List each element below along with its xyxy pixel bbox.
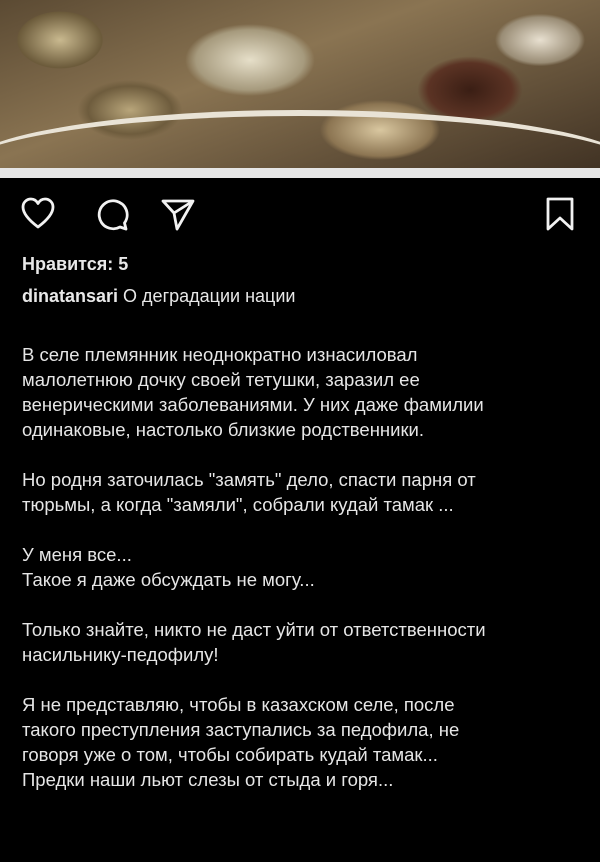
photo-bottom-edge [0,168,600,178]
post-line: Такое я даже обсуждать не могу... [22,569,315,590]
bookmark-icon[interactable] [542,196,578,232]
post-line: Я не представляю, чтобы в казахском селе… [22,694,455,715]
post-line: одинаковые, настолько близкие родственни… [22,419,425,440]
post-line: В селе племянник неоднократно изнасилова… [22,344,418,365]
comment-icon[interactable] [94,196,130,232]
post-line: Но родня заточилась "замять" дело, спаст… [22,469,476,490]
post-paragraph: Но родня заточилась "замять" дело, спаст… [22,467,592,517]
heart-icon[interactable] [20,196,56,232]
post-paragraph: Я не представляю, чтобы в казахском селе… [22,692,592,792]
send-icon[interactable] [160,196,196,232]
post-line: малолетнюю дочку своей тетушки, заразил … [22,369,420,390]
caption-text: О деградации нации [123,286,296,306]
post-paragraph: В селе племянник неоднократно изнасилова… [22,342,592,442]
post-line: Только знайте, никто не даст уйти от отв… [22,619,486,640]
likes-count[interactable]: Нравится: 5 [22,254,128,275]
post-line: такого преступления заступались за педоф… [22,719,460,740]
post-line: насильнику-педофилу! [22,644,219,665]
post-paragraph: Только знайте, никто не даст уйти от отв… [22,617,592,667]
post-caption: dinatansari О деградации нации [22,286,582,307]
post-body-text: В селе племянник неоднократно изнасилова… [22,342,592,817]
post-action-bar [0,196,600,236]
post-photo[interactable] [0,0,600,178]
username-link[interactable]: dinatansari [22,286,118,306]
post-line: У меня все... [22,544,132,565]
post-line: Предки наши льют слезы от стыда и горя..… [22,769,394,790]
post-line: венерическими заболеваниями. У них даже … [22,394,484,415]
post-line: тюрьмы, а когда "замяли", собрали кудай … [22,494,454,515]
post-line: говоря уже о том, чтобы собирать кудай т… [22,744,438,765]
post-paragraph: У меня все... Такое я даже обсуждать не м… [22,542,592,592]
